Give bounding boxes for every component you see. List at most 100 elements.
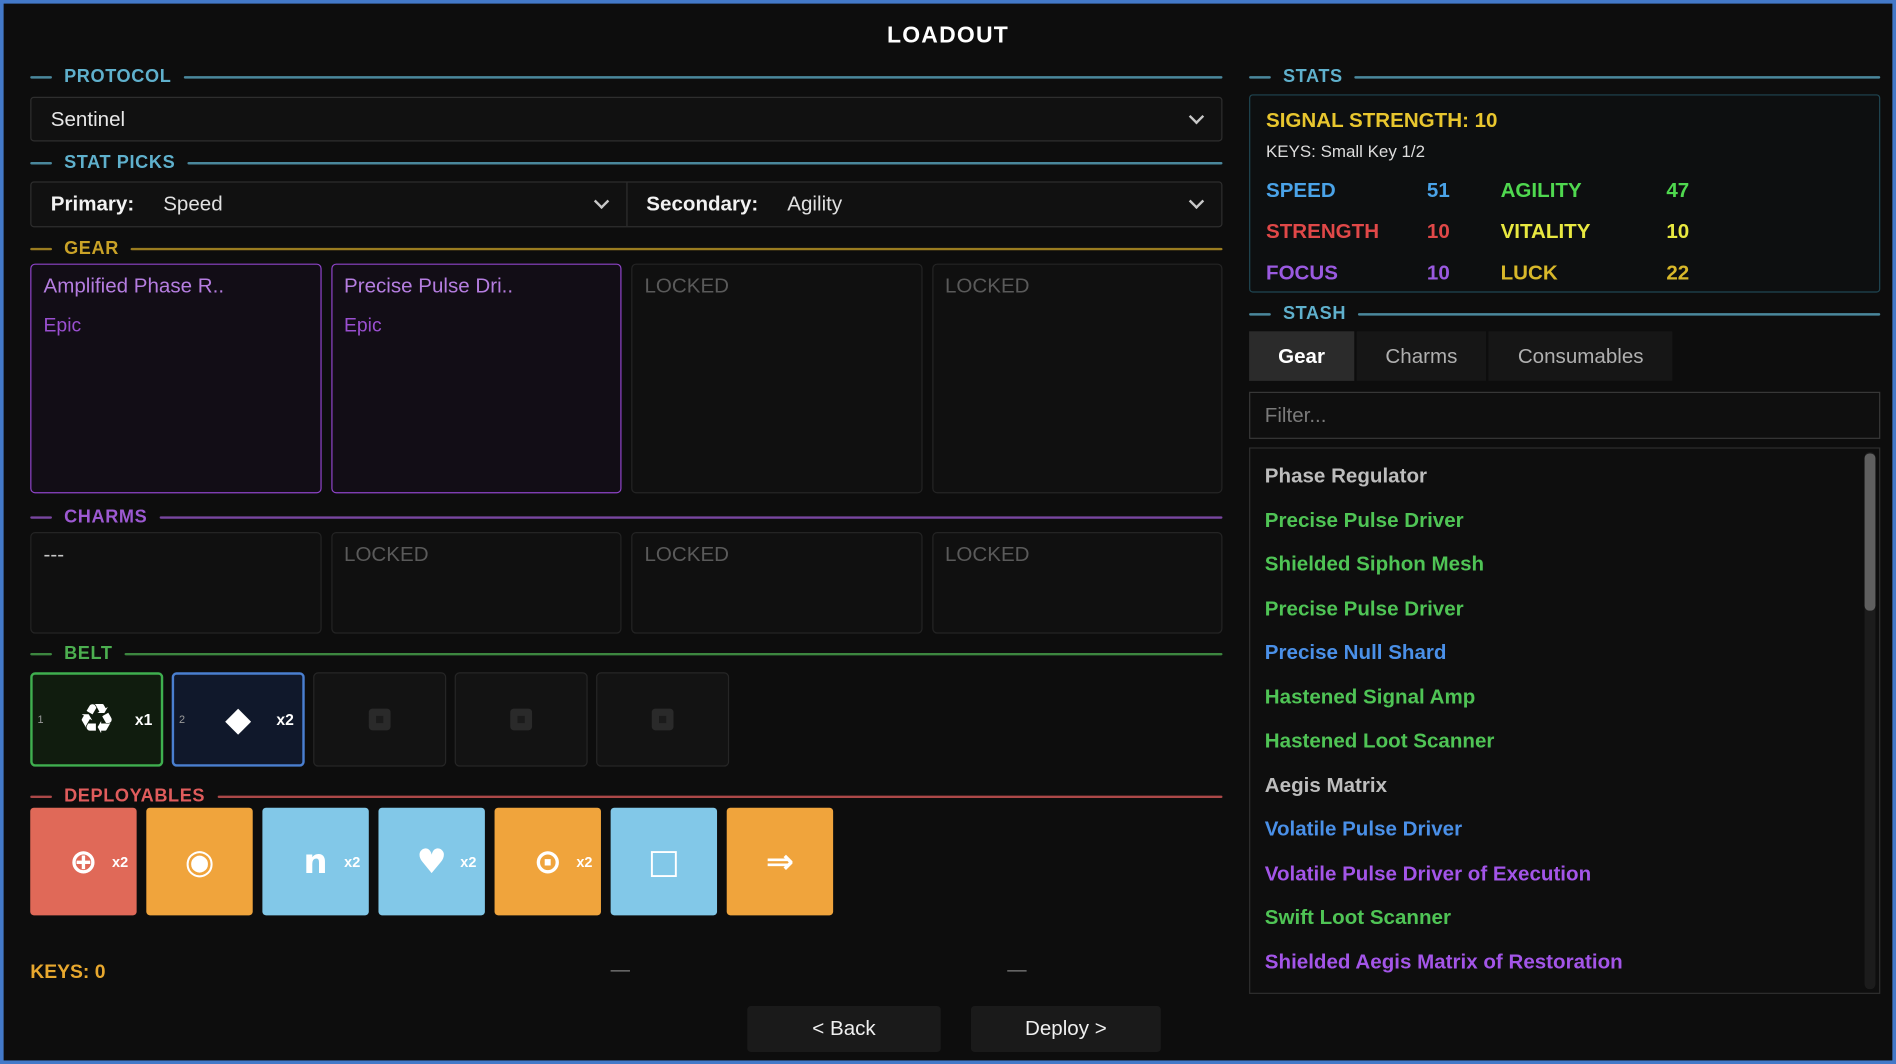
section-title: PROTOCOL	[64, 67, 171, 88]
stats-grid: SPEED 51 AGILITY 47 STRENGTH 10 VITALITY…	[1266, 179, 1863, 285]
stash-item[interactable]: Swift Loot Scanner	[1250, 896, 1879, 940]
chevron-down-icon	[1189, 194, 1204, 209]
gear-slot-1[interactable]: Amplified Phase R.. Epic	[30, 264, 321, 494]
stash-tabs: Gear Charms Consumables	[1249, 331, 1672, 381]
charm-slot-1[interactable]: ---	[30, 532, 321, 634]
empty-slot-icon	[652, 709, 674, 731]
header-line	[30, 247, 52, 249]
gear-slot-4[interactable]: LOCKED	[932, 264, 1223, 494]
header-line	[30, 516, 52, 518]
stat-label-vitality: VITALITY	[1450, 220, 1631, 244]
section-header-charms: CHARMS	[30, 507, 1222, 528]
stat-label-agility: AGILITY	[1450, 179, 1631, 203]
gear-item-name: Amplified Phase R..	[44, 274, 308, 298]
tab-consumables[interactable]: Consumables	[1489, 331, 1673, 381]
gear-item-rarity: Epic	[344, 316, 608, 338]
stash-item[interactable]: Precise Pulse Driver	[1250, 499, 1879, 543]
back-button[interactable]: < Back	[747, 1006, 940, 1052]
belt-slot-row: 1 ♻ x1 2 ◆ x2	[30, 672, 729, 766]
gear-slot-row: Amplified Phase R.. Epic Precise Pulse D…	[30, 264, 1222, 494]
belt-count: x2	[276, 710, 293, 728]
section-title: STASH	[1283, 304, 1346, 325]
section-title: STATS	[1283, 67, 1343, 88]
section-header-stash: STASH	[1249, 304, 1880, 325]
empty-slot-icon	[510, 709, 532, 731]
stash-item[interactable]: Precise Null Shard	[1250, 631, 1879, 675]
locked-label: LOCKED	[644, 274, 908, 298]
belt-slot-5[interactable]	[596, 672, 729, 766]
chevron-down-icon	[593, 194, 608, 209]
diamond-icon: ◆	[225, 703, 251, 737]
gear-slot-3[interactable]: LOCKED	[631, 264, 922, 494]
deployable-count: x2	[112, 853, 128, 870]
deployable-6[interactable]: □	[611, 808, 717, 916]
stash-item[interactable]: Volatile Pulse Driver of Execution	[1250, 852, 1879, 896]
empty-indicator-right: —	[1007, 960, 1026, 982]
stash-filter-input[interactable]	[1249, 392, 1880, 439]
primary-stat-select[interactable]: Primary: Speed	[31, 183, 625, 227]
stash-item[interactable]: Shielded Siphon Mesh	[1250, 543, 1879, 587]
belt-slot-4[interactable]	[455, 672, 588, 766]
deployable-1[interactable]: ⊕ x2	[30, 808, 136, 916]
header-line	[131, 247, 1222, 249]
stash-item[interactable]: Precise Pulse Driver	[1250, 587, 1879, 631]
scrollbar[interactable]	[1865, 452, 1876, 989]
stash-item[interactable]: Phase Regulator	[1250, 455, 1879, 499]
tab-charms[interactable]: Charms	[1356, 331, 1486, 381]
stat-value-strength: 10	[1399, 220, 1450, 244]
header-line	[1355, 76, 1880, 78]
empty-indicator-left: —	[611, 960, 630, 982]
stats-panel: SIGNAL STRENGTH: 10 KEYS: Small Key 1/2 …	[1249, 94, 1880, 292]
charm-slot-3[interactable]: LOCKED	[631, 532, 922, 634]
stat-value-focus: 10	[1399, 261, 1450, 285]
secondary-value: Agility	[787, 192, 842, 216]
belt-count: x1	[135, 710, 152, 728]
header-line	[187, 161, 1222, 163]
deployable-4[interactable]: ♥ x2	[378, 808, 484, 916]
section-header-gear: GEAR	[30, 238, 1222, 259]
protocol-select[interactable]: Sentinel	[30, 97, 1222, 142]
secondary-stat-select[interactable]: Secondary: Agility	[626, 183, 1222, 227]
deployable-3[interactable]: n x2	[262, 808, 368, 916]
locked-label: LOCKED	[945, 543, 1209, 567]
header-line	[30, 795, 52, 797]
stat-value-vitality: 10	[1631, 220, 1689, 244]
square-icon: □	[648, 845, 680, 879]
charm-slot-4[interactable]: LOCKED	[932, 532, 1223, 634]
primary-label: Primary:	[51, 192, 134, 216]
deploy-button[interactable]: Deploy >	[971, 1006, 1161, 1052]
circle-plus-icon: ⊕	[69, 845, 97, 879]
deployable-7[interactable]: ⇒	[727, 808, 833, 916]
header-line	[1249, 313, 1271, 315]
belt-slot-1[interactable]: 1 ♻ x1	[30, 672, 163, 766]
belt-slot-2[interactable]: 2 ◆ x2	[172, 672, 305, 766]
header-line	[30, 652, 52, 654]
stat-value-luck: 22	[1631, 261, 1689, 285]
stat-label-strength: STRENGTH	[1266, 220, 1399, 244]
section-header-stats: STATS	[1249, 67, 1880, 88]
stash-item[interactable]: Shielded Aegis Matrix of Restoration	[1250, 940, 1879, 984]
section-title: CHARMS	[64, 507, 147, 528]
gear-slot-2[interactable]: Precise Pulse Dri.. Epic	[331, 264, 622, 494]
stat-value-agility: 47	[1631, 179, 1689, 203]
circle-dot-icon: ⊙	[534, 845, 562, 879]
belt-hotkey: 1	[37, 713, 43, 725]
target-icon: ◉	[185, 845, 215, 879]
stash-item[interactable]: Volatile Pulse Driver	[1250, 808, 1879, 852]
header-line	[183, 76, 1222, 78]
tab-gear[interactable]: Gear	[1249, 331, 1354, 381]
deployable-2[interactable]: ◉	[146, 808, 252, 916]
deployable-5[interactable]: ⊙ x2	[495, 808, 601, 916]
stash-item[interactable]: Hastened Loot Scanner	[1250, 719, 1879, 763]
stash-item[interactable]: Aegis Matrix	[1250, 764, 1879, 808]
protocol-value: Sentinel	[51, 107, 125, 131]
stash-item[interactable]: Hastened Signal Amp	[1250, 675, 1879, 719]
scrollbar-thumb[interactable]	[1865, 453, 1876, 610]
stat-label-speed: SPEED	[1266, 179, 1399, 203]
stat-label-focus: FOCUS	[1266, 261, 1399, 285]
letter-n-icon: n	[304, 845, 328, 879]
deployable-count: x2	[344, 853, 360, 870]
header-line	[125, 652, 1223, 654]
belt-slot-3[interactable]	[313, 672, 446, 766]
charm-slot-2[interactable]: LOCKED	[331, 532, 622, 634]
